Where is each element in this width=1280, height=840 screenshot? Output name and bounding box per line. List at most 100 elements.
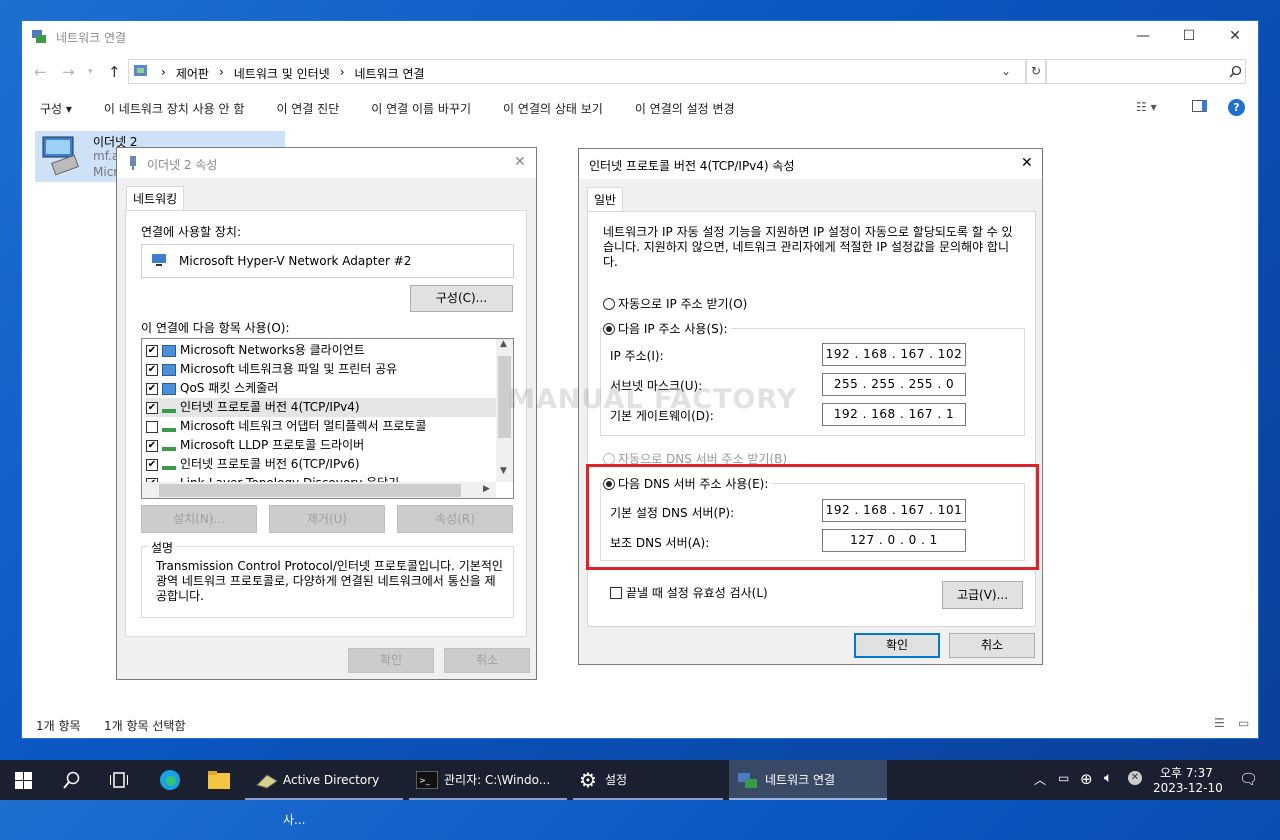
checkbox-icon[interactable]	[146, 420, 158, 433]
hscroll-thumb[interactable]	[159, 484, 461, 497]
maximize-button[interactable]: ☐	[1166, 21, 1212, 51]
scroll-right-icon[interactable]: ▶	[483, 484, 490, 494]
tab-panel: 연결에 사용할 장치: Microsoft Hyper-V Network Ad…	[125, 210, 527, 637]
tiles-view-icon[interactable]: ▭	[1238, 716, 1249, 730]
volume-icon[interactable]: 🔈︎	[1104, 770, 1112, 786]
remove-button[interactable]: 제거(U)	[269, 505, 385, 533]
list-item[interactable]: ✔ Microsoft 네트워크용 파일 및 프린터 공유	[146, 360, 496, 379]
minimize-button[interactable]: —	[1120, 21, 1166, 51]
client-service-icon	[162, 344, 176, 357]
breadcrumb-separator: ›	[339, 65, 345, 79]
advanced-button[interactable]: 고급(V)...	[942, 581, 1023, 609]
ip-address-field[interactable]: 192 . 168 . 167 . 102	[822, 343, 966, 366]
address-row: ← → ▾ ↑ › 제어판 › 네트워크 및 인터넷 › 네트워크 연결 ⌄ ↻	[22, 51, 1258, 91]
close-button[interactable]: ✕	[1212, 21, 1258, 51]
list-item[interactable]: Microsoft 네트워크 어댑터 멀티플렉서 프로토콜	[146, 417, 496, 436]
description-title: 설명	[148, 539, 177, 556]
auto-ip-radio[interactable]: 자동으로 IP 주소 받기(O)	[603, 295, 747, 312]
install-button[interactable]: 설치(N)...	[141, 505, 257, 533]
taskbar-settings[interactable]: ⚙ 설정	[573, 760, 723, 800]
up-arrow-icon[interactable]: ↑	[108, 63, 121, 81]
ok-button[interactable]: 확인	[854, 633, 940, 658]
list-item[interactable]: ✔ 인터넷 프로토콜 버전 4(TCP/IPv4)	[146, 398, 496, 417]
checkbox-icon	[610, 587, 622, 599]
checkbox-checked-icon[interactable]: ✔	[146, 382, 158, 395]
manual-ip-radio[interactable]: 다음 IP 주소 사용(S):	[603, 320, 732, 337]
checkbox-checked-icon[interactable]: ✔	[146, 401, 158, 414]
gateway-field[interactable]: 192 . 168 . 167 . 1	[822, 403, 966, 426]
tab-general[interactable]: 일반	[587, 187, 624, 211]
ethernet-adapter-icon	[42, 136, 79, 176]
preview-pane-icon[interactable]	[1192, 100, 1207, 112]
list-item[interactable]: ✔ 인터넷 프로토콜 버전 6(TCP/IPv6)	[146, 455, 496, 474]
tab-panel: 네트워크가 IP 자동 설정 기능을 지원하면 IP 설정이 자동으로 할당되도…	[586, 211, 1039, 627]
subnet-mask-field[interactable]: 255 . 255 . 255 . 0	[822, 373, 966, 396]
network-folder-icon	[32, 30, 46, 43]
windows-start-icon[interactable]	[15, 772, 32, 789]
tab-networking[interactable]: 네트워킹	[126, 186, 185, 210]
taskbar-network-connections[interactable]: 네트워크 연결	[729, 760, 887, 800]
list-item[interactable]: ✔ QoS 패킷 스케줄러	[146, 379, 496, 398]
title-bar: 네트워크 연결 — ☐ ✕	[22, 21, 1258, 51]
breadcrumb-separator: ›	[161, 65, 166, 79]
list-item[interactable]: ✔ Microsoft Networks용 클라이언트	[146, 341, 496, 360]
notification-icon[interactable]: 🗨︎	[1239, 770, 1258, 788]
device-name: Microsoft Hyper-V Network Adapter #2	[179, 254, 412, 268]
diagnose-command[interactable]: 이 연결 진단	[276, 100, 339, 117]
task-view-icon[interactable]	[110, 772, 128, 788]
dialog-title: 인터넷 프로토콜 버전 4(TCP/IPv4) 속성	[589, 159, 795, 173]
back-arrow-icon[interactable]: ←	[34, 63, 47, 81]
search-icon[interactable]	[63, 771, 81, 789]
rename-command[interactable]: 이 연결 이름 바꾸기	[371, 100, 471, 117]
cancel-button[interactable]: 취소	[444, 648, 530, 673]
dialog-title-bar: 인터넷 프로토콜 버전 4(TCP/IPv4) 속성 ✕	[579, 149, 1042, 179]
search-input[interactable]	[1046, 59, 1246, 84]
taskbar-command-prompt[interactable]: >_ 관리자: C:\Windo...	[409, 760, 567, 800]
taskbar-label: 네트워크 연결	[765, 773, 836, 787]
component-label: 인터넷 프로토콜 버전 4(TCP/IPv4)	[180, 400, 360, 414]
checkbox-checked-icon[interactable]: ✔	[146, 458, 158, 471]
list-item[interactable]: ✔ Microsoft LLDP 프로토콜 드라이버	[146, 436, 496, 455]
forward-arrow-icon[interactable]: →	[62, 63, 75, 81]
connection-device: Micr	[93, 165, 119, 179]
chevron-down-icon[interactable]: ⌄	[1001, 64, 1011, 78]
breadcrumb-item[interactable]: 제어판	[176, 65, 209, 82]
scroll-up-icon[interactable]: ▲	[500, 339, 507, 349]
change-settings-command[interactable]: 이 연결의 설정 변경	[635, 100, 735, 117]
search-icon	[1229, 65, 1242, 78]
properties-button[interactable]: 속성(R)	[397, 505, 513, 533]
breadcrumb-item[interactable]: 네트워크 및 인터넷	[234, 65, 330, 82]
configure-button[interactable]: 구성(C)...	[410, 285, 513, 312]
network-globe-icon[interactable]: ⊕	[1080, 770, 1093, 788]
address-bar[interactable]: › 제어판 › 네트워크 및 인터넷 › 네트워크 연결 ⌄	[128, 59, 1026, 84]
view-options-icon[interactable]: ☷ ▾	[1136, 100, 1157, 114]
scroll-down-icon[interactable]: ▼	[500, 466, 507, 476]
taskbar-active-directory[interactable]: Active Directory 사...	[245, 760, 403, 827]
edge-browser-icon[interactable]	[159, 769, 181, 791]
close-icon[interactable]: ✕	[1021, 155, 1033, 171]
checkbox-checked-icon[interactable]: ✔	[146, 439, 158, 452]
help-icon[interactable]: ?	[1228, 99, 1245, 116]
cancel-button[interactable]: 취소	[949, 633, 1035, 658]
clock-date[interactable]: 2023-12-10	[1153, 781, 1223, 795]
checkbox-checked-icon[interactable]: ✔	[146, 363, 158, 376]
refresh-icon[interactable]: ↻	[1026, 59, 1046, 84]
clock-time[interactable]: 오후 7:37	[1160, 764, 1213, 781]
organize-menu[interactable]: 구성 ▾	[40, 100, 72, 117]
file-explorer-icon[interactable]	[207, 770, 231, 790]
close-icon[interactable]: ✕	[514, 154, 526, 170]
view-status-command[interactable]: 이 연결의 상태 보기	[503, 100, 603, 117]
breadcrumb-item[interactable]: 네트워크 연결	[355, 65, 425, 82]
validate-checkbox[interactable]: 끝낼 때 설정 유효성 검사(L)	[610, 584, 768, 601]
details-view-icon[interactable]: ☰	[1214, 716, 1225, 730]
disable-device-command[interactable]: 이 네트워크 장치 사용 안 함	[104, 100, 245, 117]
device-icon[interactable]: ▭	[1058, 771, 1069, 785]
ok-button[interactable]: 확인	[348, 648, 434, 673]
horizontal-scrollbar[interactable]: ▶	[142, 482, 496, 498]
show-hidden-icons-icon[interactable]: ︿	[1034, 771, 1046, 788]
breadcrumb-separator: ›	[218, 65, 224, 79]
auto-ip-label: 자동으로 IP 주소 받기(O)	[618, 297, 748, 311]
checkbox-checked-icon[interactable]: ✔	[146, 344, 158, 357]
error-status-icon[interactable]: ✕	[1128, 771, 1142, 785]
recent-chevron-icon[interactable]: ▾	[88, 67, 93, 77]
